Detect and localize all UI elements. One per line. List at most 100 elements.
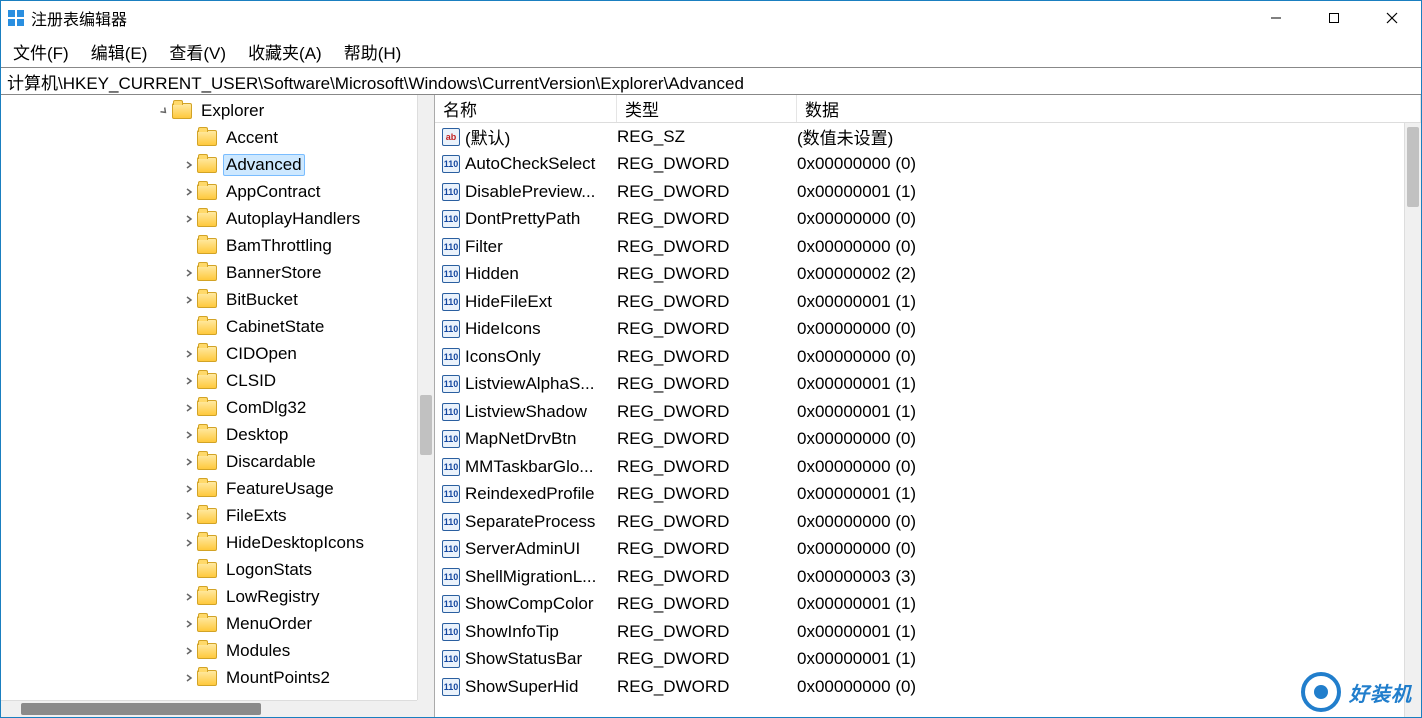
chevron-right-icon[interactable] <box>181 620 197 628</box>
window-title: 注册表编辑器 <box>31 6 127 30</box>
tree-item[interactable]: LogonStats <box>1 556 434 583</box>
tree-item[interactable]: Discardable <box>1 448 434 475</box>
tree-vertical-thumb[interactable] <box>420 395 432 455</box>
maximize-button[interactable] <box>1305 1 1363 35</box>
chevron-right-icon[interactable] <box>181 296 197 304</box>
column-header-name[interactable]: 名称 <box>435 95 617 122</box>
close-button[interactable] <box>1363 1 1421 35</box>
value-type: REG_DWORD <box>617 264 797 284</box>
tree-label: MenuOrder <box>223 613 315 635</box>
folder-icon <box>197 562 217 578</box>
chevron-right-icon[interactable] <box>181 161 197 169</box>
column-header-type[interactable]: 类型 <box>617 95 797 122</box>
tree-item[interactable]: ComDlg32 <box>1 394 434 421</box>
tree-item[interactable]: FileExts <box>1 502 434 529</box>
value-data: 0x00000003 (3) <box>797 567 1421 587</box>
tree-item[interactable]: AutoplayHandlers <box>1 205 434 232</box>
folder-icon <box>197 670 217 686</box>
value-row[interactable]: 110ReindexedProfileREG_DWORD0x00000001 (… <box>435 481 1421 509</box>
tree-item[interactable]: CLSID <box>1 367 434 394</box>
tree-vertical-scrollbar[interactable] <box>417 95 434 700</box>
tree-item[interactable]: LowRegistry <box>1 583 434 610</box>
value-row[interactable]: 110SeparateProcessREG_DWORD0x00000000 (0… <box>435 508 1421 536</box>
tree-item[interactable]: CIDOpen <box>1 340 434 367</box>
values-vertical-thumb[interactable] <box>1407 127 1419 207</box>
tree-item[interactable]: Accent <box>1 124 434 151</box>
value-data: 0x00000000 (0) <box>797 319 1421 339</box>
tree-item[interactable]: CabinetState <box>1 313 434 340</box>
tree-item-explorer[interactable]: Explorer <box>1 97 434 124</box>
chevron-right-icon[interactable] <box>181 431 197 439</box>
reg-dword-icon: 110 <box>439 238 463 256</box>
value-row[interactable]: 110ListviewAlphaS...REG_DWORD0x00000001 … <box>435 371 1421 399</box>
chevron-right-icon[interactable] <box>181 674 197 682</box>
chevron-down-icon[interactable] <box>156 107 172 115</box>
tree-label: Desktop <box>223 424 291 446</box>
chevron-right-icon[interactable] <box>181 512 197 520</box>
value-data: 0x00000001 (1) <box>797 594 1421 614</box>
chevron-right-icon[interactable] <box>181 458 197 466</box>
folder-icon <box>197 400 217 416</box>
folder-icon <box>197 319 217 335</box>
reg-dword-icon: 110 <box>439 540 463 558</box>
window-controls <box>1247 1 1421 35</box>
tree-item[interactable]: BamThrottling <box>1 232 434 259</box>
menu-favorites[interactable]: 收藏夹(A) <box>244 37 326 66</box>
value-row[interactable]: ab(默认)REG_SZ(数值未设置) <box>435 123 1421 151</box>
value-row[interactable]: 110HideFileExtREG_DWORD0x00000001 (1) <box>435 288 1421 316</box>
column-headers: 名称 类型 数据 <box>435 95 1421 123</box>
menu-view[interactable]: 查看(V) <box>165 37 230 66</box>
value-row[interactable]: 110DontPrettyPathREG_DWORD0x00000000 (0) <box>435 206 1421 234</box>
value-row[interactable]: 110IconsOnlyREG_DWORD0x00000000 (0) <box>435 343 1421 371</box>
value-row[interactable]: 110AutoCheckSelectREG_DWORD0x00000000 (0… <box>435 151 1421 179</box>
chevron-right-icon[interactable] <box>181 404 197 412</box>
value-row[interactable]: 110ServerAdminUIREG_DWORD0x00000000 (0) <box>435 536 1421 564</box>
value-type: REG_DWORD <box>617 374 797 394</box>
tree-item[interactable]: MountPoints2 <box>1 664 434 691</box>
value-row[interactable]: 110HideIconsREG_DWORD0x00000000 (0) <box>435 316 1421 344</box>
chevron-right-icon[interactable] <box>181 215 197 223</box>
menu-help[interactable]: 帮助(H) <box>340 37 406 66</box>
value-row[interactable]: 110ShellMigrationL...REG_DWORD0x00000003… <box>435 563 1421 591</box>
tree-item[interactable]: BannerStore <box>1 259 434 286</box>
tree-item[interactable]: BitBucket <box>1 286 434 313</box>
value-name: ShellMigrationL... <box>465 567 617 587</box>
value-row[interactable]: 110FilterREG_DWORD0x00000000 (0) <box>435 233 1421 261</box>
tree-item[interactable]: Modules <box>1 637 434 664</box>
value-type: REG_DWORD <box>617 429 797 449</box>
menu-file[interactable]: 文件(F) <box>9 37 73 66</box>
tree-horizontal-thumb[interactable] <box>21 703 261 715</box>
tree-item[interactable]: HideDesktopIcons <box>1 529 434 556</box>
menu-edit[interactable]: 编辑(E) <box>87 37 152 66</box>
chevron-right-icon[interactable] <box>181 647 197 655</box>
value-row[interactable]: 110HiddenREG_DWORD0x00000002 (2) <box>435 261 1421 289</box>
chevron-right-icon[interactable] <box>181 350 197 358</box>
tree-horizontal-scrollbar[interactable] <box>1 700 417 717</box>
value-type: REG_DWORD <box>617 402 797 422</box>
value-row[interactable]: 110ShowStatusBarREG_DWORD0x00000001 (1) <box>435 646 1421 674</box>
chevron-right-icon[interactable] <box>181 269 197 277</box>
value-row[interactable]: 110ListviewShadowREG_DWORD0x00000001 (1) <box>435 398 1421 426</box>
chevron-right-icon[interactable] <box>181 539 197 547</box>
column-header-data[interactable]: 数据 <box>797 95 1421 122</box>
tree-item[interactable]: AppContract <box>1 178 434 205</box>
value-row[interactable]: 110DisablePreview...REG_DWORD0x00000001 … <box>435 178 1421 206</box>
chevron-right-icon[interactable] <box>181 377 197 385</box>
tree-item[interactable]: Advanced <box>1 151 434 178</box>
value-data: 0x00000000 (0) <box>797 429 1421 449</box>
address-bar[interactable]: 计算机\HKEY_CURRENT_USER\Software\Microsoft… <box>1 67 1421 95</box>
tree-item[interactable]: FeatureUsage <box>1 475 434 502</box>
tree-item[interactable]: Desktop <box>1 421 434 448</box>
value-row[interactable]: 110MMTaskbarGlo...REG_DWORD0x00000000 (0… <box>435 453 1421 481</box>
value-row[interactable]: 110ShowSuperHidREG_DWORD0x00000000 (0) <box>435 673 1421 701</box>
value-row[interactable]: 110ShowInfoTipREG_DWORD0x00000001 (1) <box>435 618 1421 646</box>
tree-item[interactable]: MenuOrder <box>1 610 434 637</box>
chevron-right-icon[interactable] <box>181 485 197 493</box>
minimize-button[interactable] <box>1247 1 1305 35</box>
value-row[interactable]: 110MapNetDrvBtnREG_DWORD0x00000000 (0) <box>435 426 1421 454</box>
value-row[interactable]: 110ShowCompColorREG_DWORD0x00000001 (1) <box>435 591 1421 619</box>
chevron-right-icon[interactable] <box>181 188 197 196</box>
registry-editor-window: 注册表编辑器 文件(F) 编辑(E) 查看(V) 收藏夹(A) 帮助(H) 计算… <box>0 0 1422 718</box>
chevron-right-icon[interactable] <box>181 593 197 601</box>
values-vertical-scrollbar[interactable] <box>1404 123 1421 717</box>
